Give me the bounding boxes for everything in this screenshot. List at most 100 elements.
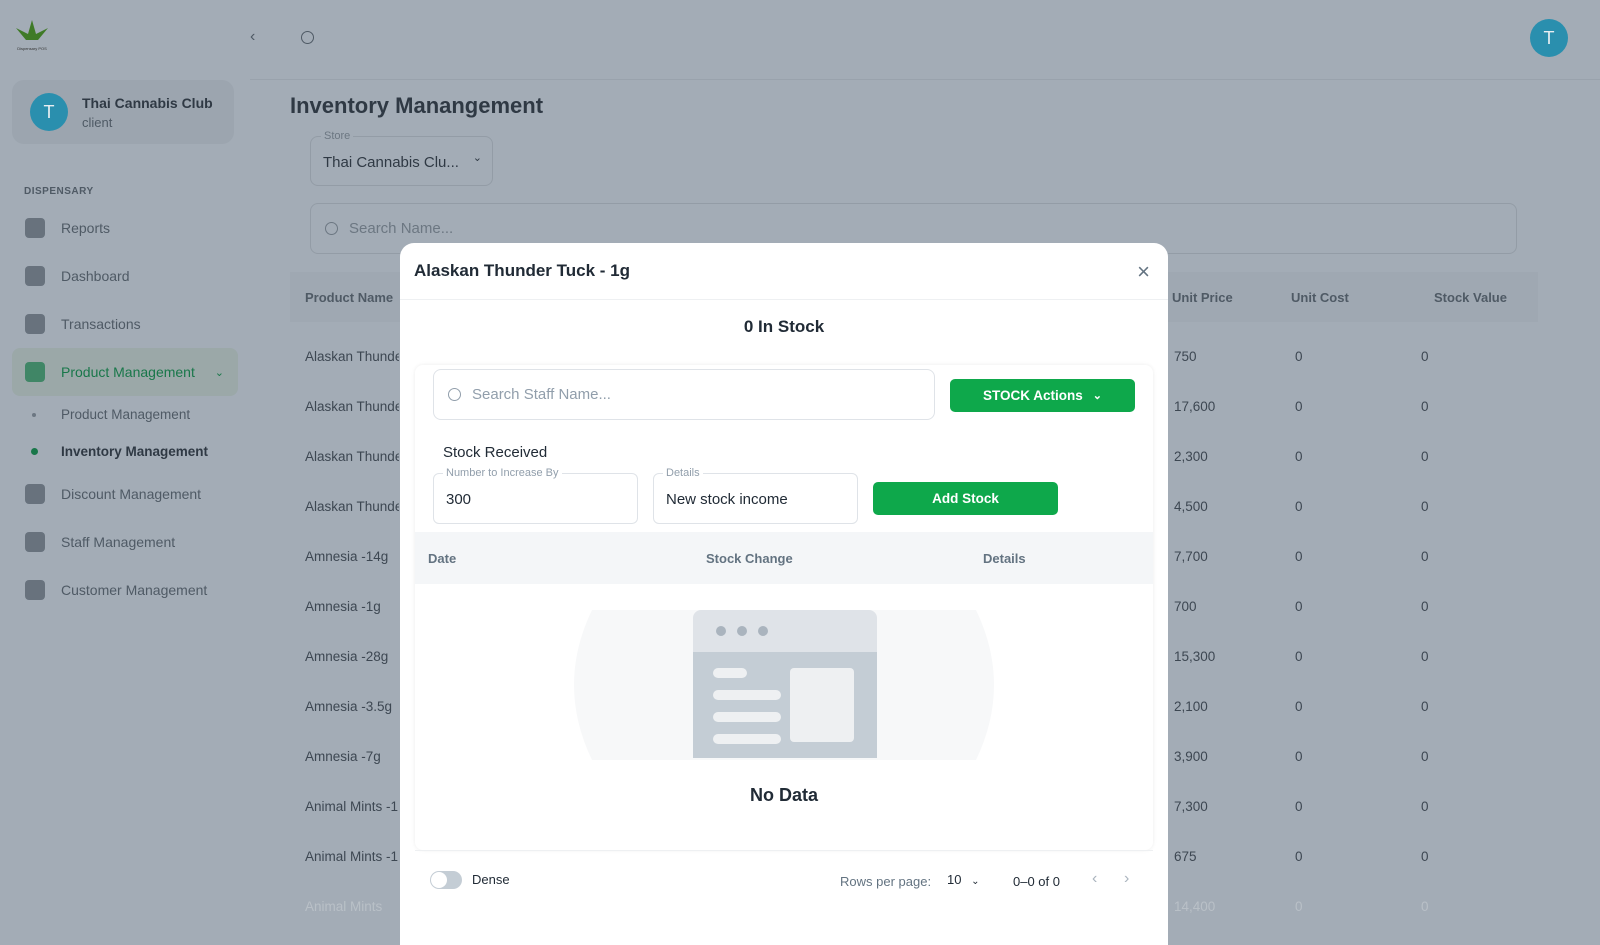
stock-modal: Alaskan Thunder Tuck - 1g × 0 In Stock S… (400, 243, 1168, 945)
nav-label: Customer Management (61, 582, 208, 598)
tag-icon (25, 484, 45, 504)
details-input[interactable]: Details New stock income (653, 467, 858, 524)
nav-label: Product Management (61, 407, 191, 422)
table-cell: Amnesia -7g (305, 749, 381, 764)
store-select[interactable]: Store Thai Cannabis Clu... ⌄ (310, 130, 493, 186)
col-unit-price[interactable]: Unit Price (1172, 290, 1233, 305)
col-stock-value[interactable]: Stock Value (1434, 290, 1507, 305)
table-cell: 0 (1421, 499, 1429, 514)
close-icon[interactable]: × (1137, 259, 1150, 285)
table-pagination: Dense Rows per page: 10 ⌄ 0–0 of 0 ‹ › (415, 850, 1153, 910)
table-cell: 0 (1295, 599, 1303, 614)
search-icon[interactable] (301, 31, 314, 44)
table-cell: Alaskan Thunde (305, 499, 399, 514)
empty-illustration-icon (574, 610, 994, 760)
stock-card: Search Staff Name... STOCK Actions ⌄ Stoc… (415, 365, 1153, 850)
prev-page-icon[interactable]: ‹ (1092, 870, 1097, 888)
table-cell: 0 (1421, 349, 1429, 364)
table-cell: 0 (1295, 399, 1303, 414)
chevron-down-icon: ⌄ (214, 366, 224, 379)
table-cell: 0 (1421, 799, 1429, 814)
avatar: T (30, 93, 68, 131)
account-name: Thai Cannabis Club (82, 94, 213, 111)
table-cell: 0 (1421, 549, 1429, 564)
chart-icon (25, 218, 45, 238)
table-cell: 2,300 (1174, 449, 1208, 464)
account-role: client (82, 114, 113, 130)
increase-input[interactable]: Number to Increase By 300 (433, 467, 638, 524)
table-cell: Amnesia -14g (305, 549, 389, 564)
main-content: Inventory Manangement Store Thai Cannabis… (290, 90, 1570, 914)
stock-actions-button[interactable]: STOCK Actions ⌄ (950, 379, 1135, 412)
table-cell: 0 (1421, 699, 1429, 714)
page-title: Inventory Manangement (290, 93, 544, 118)
table-cell: 14,400 (1174, 899, 1216, 914)
col-product-name[interactable]: Product Name (305, 290, 393, 305)
topbar: ‹ T (250, 0, 1600, 80)
staff-search-input[interactable]: Search Staff Name... (433, 369, 935, 420)
table-cell: 2,100 (1174, 699, 1208, 714)
dense-toggle[interactable] (430, 871, 462, 889)
table-cell: Alaskan Thunde (305, 449, 399, 464)
store-label: Store (321, 130, 354, 142)
table-cell: 750 (1174, 349, 1197, 364)
col-unit-cost[interactable]: Unit Cost (1291, 290, 1349, 305)
search-placeholder: Search Staff Name... (472, 386, 611, 403)
logo: Dispensary POS (16, 20, 48, 51)
history-table-header: Date Stock Change Details (415, 532, 1153, 584)
nav-sub-product-management[interactable]: Product Management (12, 396, 238, 433)
table-cell: 0 (1295, 899, 1303, 914)
rows-per-page-select[interactable]: 10 ⌄ (947, 872, 979, 887)
dollar-icon (25, 314, 45, 334)
table-cell: 0 (1295, 849, 1303, 864)
table-cell: 0 (1295, 449, 1303, 464)
bag-icon (25, 362, 45, 382)
field-label: Number to Increase By (443, 467, 562, 479)
table-cell: Alaskan Thunde (305, 399, 399, 414)
table-cell: 0 (1295, 649, 1303, 664)
nav-discount-management[interactable]: Discount Management (12, 470, 238, 518)
table-cell: Animal Mints (305, 899, 383, 914)
nav-transactions[interactable]: Transactions (12, 300, 238, 348)
add-stock-button[interactable]: Add Stock (873, 482, 1058, 515)
table-cell: 3,900 (1174, 749, 1208, 764)
modal-title: Alaskan Thunder Tuck - 1g (414, 261, 631, 280)
table-cell: 0 (1421, 599, 1429, 614)
nav-sub-inventory-management[interactable]: Inventory Management (12, 433, 238, 470)
table-cell: 0 (1421, 399, 1429, 414)
table-cell: 0 (1295, 749, 1303, 764)
nav-product-management[interactable]: Product Management ⌄ (12, 348, 238, 396)
table-cell: Animal Mints -1 (305, 799, 399, 814)
table-cell: Animal Mints -1 (305, 849, 399, 864)
table-cell: 17,600 (1174, 399, 1216, 414)
svg-text:Dispensary POS: Dispensary POS (17, 46, 47, 51)
table-cell: Amnesia -3.5g (305, 699, 393, 714)
button-label: STOCK Actions (983, 388, 1083, 403)
nav-label: Transactions (61, 316, 141, 332)
col-details: Details (983, 551, 1026, 566)
table-cell: 0 (1421, 899, 1429, 914)
table-cell: Amnesia -28g (305, 649, 389, 664)
building-icon (25, 580, 45, 600)
search-placeholder: Search Name... (349, 220, 454, 237)
nav-customer-management[interactable]: Customer Management (12, 566, 238, 614)
collapse-chevron-icon[interactable]: ‹ (250, 28, 255, 46)
table-cell: 0 (1421, 449, 1429, 464)
table-cell: 7,300 (1174, 799, 1208, 814)
account-card[interactable]: T Thai Cannabis Club client (12, 80, 234, 144)
nav-reports[interactable]: Reports (12, 204, 238, 252)
table-cell: 0 (1295, 499, 1303, 514)
chevron-down-icon: ⌄ (472, 152, 482, 164)
next-page-icon[interactable]: › (1124, 870, 1129, 888)
nav-staff-management[interactable]: Staff Management (12, 518, 238, 566)
nav-label: Reports (61, 220, 111, 236)
rows-per-page-label: Rows per page: (840, 874, 932, 889)
empty-state-text: No Data (749, 785, 818, 805)
col-date: Date (428, 551, 457, 566)
table-cell: 0 (1295, 699, 1303, 714)
stock-count: 0 In Stock (743, 317, 825, 336)
user-avatar[interactable]: T (1530, 19, 1568, 57)
col-stock-change: Stock Change (706, 551, 793, 566)
field-label: Details (663, 467, 703, 479)
nav-dashboard[interactable]: Dashboard (12, 252, 238, 300)
